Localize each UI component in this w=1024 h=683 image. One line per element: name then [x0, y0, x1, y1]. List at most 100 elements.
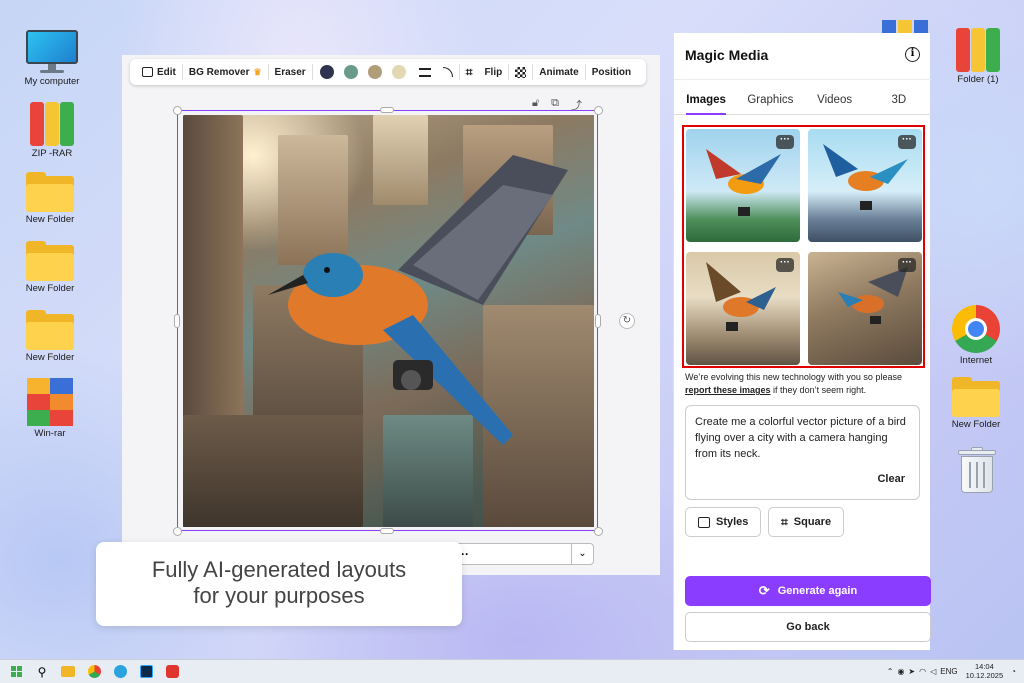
position-button[interactable]: Position	[586, 59, 637, 85]
report-images-link[interactable]: report these images	[685, 385, 771, 395]
desktop-icon-my-computer[interactable]: My computer	[14, 30, 90, 87]
eraser-button[interactable]: Eraser	[269, 59, 312, 85]
desktop-icon-zip-rar[interactable]: ZIP -RAR	[14, 102, 90, 159]
desktop-icon-new-folder-1[interactable]: New Folder	[12, 172, 88, 225]
desktop-icon-new-folder-2[interactable]: New Folder	[12, 241, 88, 294]
resize-handle-bottom[interactable]	[380, 528, 394, 534]
resize-handle-bottom-left[interactable]	[173, 527, 182, 536]
editor-toolbar: Edit BG Remover ♛ Eraser ⌗ Flip Animate …	[130, 59, 646, 85]
rotate-icon[interactable]: ↻	[619, 313, 635, 329]
result-thumbnail-3[interactable]: ···	[686, 252, 800, 365]
resize-handle-top-left[interactable]	[173, 106, 182, 115]
notification-icon[interactable]: ◔	[1011, 667, 1016, 676]
desktop-icon-folder-1[interactable]: Folder (1)	[940, 28, 1016, 85]
recycle-bin-icon[interactable]	[958, 447, 996, 493]
thumbnail-more-button[interactable]: ···	[898, 258, 916, 272]
folder-icon	[26, 172, 74, 212]
chevron-down-icon[interactable]: ⌄	[571, 544, 593, 564]
aspect-ratio-button[interactable]: ⌗ Square	[768, 507, 845, 537]
partial-binders-icon[interactable]	[882, 20, 928, 34]
thumbnail-more-button[interactable]: ···	[776, 135, 794, 149]
color-swatch-3[interactable]	[367, 65, 382, 79]
promo-banner: Fully AI-generated layouts for your purp…	[96, 542, 462, 626]
media-tabs: Images Graphics Videos 3D	[674, 79, 931, 115]
animate-button[interactable]: Animate	[533, 59, 584, 85]
desktop-icon-new-folder-3[interactable]: New Folder	[12, 310, 88, 363]
tab-videos[interactable]: Videos	[803, 80, 867, 114]
volume-icon[interactable]: ◁	[930, 667, 936, 676]
system-tray: ⌃ ◉ ➤ ◠ ◁ ENG 14:04 10.12.2025 ◔	[887, 662, 1016, 680]
desktop-icon-label: Internet	[959, 355, 993, 366]
folder-icon	[26, 241, 74, 281]
resize-handle-right[interactable]	[595, 314, 601, 328]
generate-again-button[interactable]: ⟳ Generate again	[685, 576, 931, 606]
thumbnail-more-button[interactable]: ···	[776, 258, 794, 272]
language-indicator[interactable]: ENG	[940, 667, 957, 676]
start-icon[interactable]	[6, 662, 26, 682]
folder-icon	[952, 377, 1000, 417]
chrome-taskbar-icon[interactable]	[84, 662, 104, 682]
refresh-icon: ⟳	[758, 583, 770, 598]
taskbar: ⚲ ⌃ ◉ ➤ ◠ ◁ ENG 14:04 10.12.2025 ◔	[0, 659, 1024, 683]
desktop-icon-label: ZIP -RAR	[31, 148, 73, 159]
resize-handle-top[interactable]	[380, 107, 394, 113]
prompt-text: Create me a colorful vector picture of a…	[695, 416, 906, 460]
generated-results-grid: ··· ··· ··· ···	[682, 125, 925, 368]
line-weight-button[interactable]	[413, 59, 437, 85]
desktop-icon-win-rar[interactable]: Win-rar	[12, 378, 88, 439]
result-thumbnail-2[interactable]: ···	[808, 129, 922, 242]
thumbnail-more-button[interactable]: ···	[898, 135, 916, 149]
desktop-icon-label: New Folder	[25, 214, 75, 225]
color-swatch-4[interactable]	[391, 65, 406, 79]
selected-element-frame[interactable]	[177, 110, 598, 531]
desktop-icon-label: Folder (1)	[957, 74, 999, 85]
search-icon[interactable]: ⚲	[32, 662, 52, 682]
desktop-icon-internet[interactable]: Internet	[938, 305, 1014, 366]
promo-line-1: Fully AI-generated layouts	[151, 557, 407, 582]
wifi-icon[interactable]: ◠	[919, 667, 926, 676]
image-icon	[698, 516, 710, 528]
network-icon[interactable]: ◉	[897, 667, 904, 676]
chevron-up-icon[interactable]: ⌃	[887, 667, 894, 676]
telegram-icon[interactable]	[110, 662, 130, 682]
info-icon[interactable]: i	[905, 47, 920, 62]
panel-title: Magic Media	[685, 47, 769, 63]
prompt-textarea[interactable]: Create me a colorful vector picture of a…	[685, 405, 920, 500]
resize-handle-top-right[interactable]	[594, 106, 603, 115]
desktop-icon-label: Win-rar	[34, 428, 66, 439]
resize-handle-bottom-right[interactable]	[594, 527, 603, 536]
tab-images[interactable]: Images	[674, 80, 738, 115]
clock[interactable]: 14:04 10.12.2025	[966, 662, 1004, 680]
color-swatch-1[interactable]	[319, 65, 334, 79]
edit-button[interactable]: Edit	[136, 59, 182, 85]
resize-handle-left[interactable]	[174, 314, 180, 328]
corner-radius-button[interactable]	[437, 59, 459, 85]
magic-media-panel: Magic Media i Images Graphics Videos 3D …	[673, 33, 931, 650]
winrar-icon	[27, 378, 73, 426]
crown-icon: ♛	[253, 66, 262, 77]
corner-icon	[442, 67, 453, 77]
desktop-icon-label: My computer	[24, 76, 80, 87]
app-icon[interactable]	[162, 662, 182, 682]
photoshop-icon[interactable]	[136, 662, 156, 682]
archive-binders-icon	[954, 28, 1002, 72]
result-thumbnail-4[interactable]: ···	[808, 252, 922, 365]
send-icon[interactable]: ➤	[908, 667, 915, 676]
crop-button[interactable]: ⌗	[460, 59, 479, 85]
styles-button[interactable]: Styles	[685, 507, 762, 537]
image-icon	[142, 67, 153, 77]
tab-graphics[interactable]: Graphics	[738, 80, 802, 114]
result-thumbnail-1[interactable]: ···	[686, 129, 800, 242]
transparency-button[interactable]	[509, 59, 532, 85]
desktop-icon-new-folder-right[interactable]: New Folder	[938, 377, 1014, 430]
go-back-button[interactable]: Go back	[685, 612, 931, 642]
crop-icon: ⌗	[781, 514, 788, 529]
bg-remover-button[interactable]: BG Remover ♛	[183, 59, 268, 85]
promo-line-2: for your purposes	[193, 583, 365, 608]
clear-button[interactable]: Clear	[877, 471, 905, 487]
file-explorer-icon[interactable]	[58, 662, 78, 682]
tab-3d[interactable]: 3D	[867, 80, 931, 114]
flip-button[interactable]: Flip	[478, 59, 508, 85]
color-swatch-2[interactable]	[343, 65, 358, 79]
crop-icon: ⌗	[465, 64, 473, 79]
